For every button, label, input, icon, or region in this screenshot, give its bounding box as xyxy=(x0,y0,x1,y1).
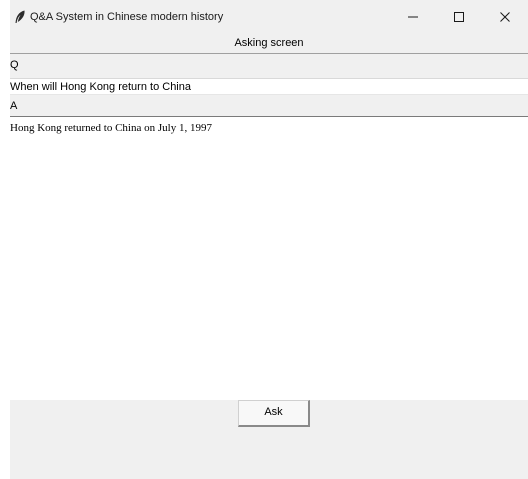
answer-label: A xyxy=(10,100,18,112)
screen-title: Asking screen xyxy=(234,37,304,49)
feather-icon xyxy=(14,10,26,24)
close-button[interactable] xyxy=(482,0,528,34)
window-title: Q&A System in Chinese modern history xyxy=(30,11,224,23)
ask-button[interactable]: Ask xyxy=(238,400,310,427)
title-bar[interactable]: Q&A System in Chinese modern history xyxy=(10,0,528,34)
minimize-button[interactable] xyxy=(390,0,436,34)
question-label: Q xyxy=(10,59,19,71)
title-separator xyxy=(10,53,528,54)
question-input[interactable]: When will Hong Kong return to China xyxy=(10,78,528,95)
answer-textarea[interactable]: Hong Kong returned to China on July 1, 1… xyxy=(10,116,528,400)
maximize-button[interactable] xyxy=(436,0,482,34)
app-window: Q&A System in Chinese modern history Ask… xyxy=(10,0,528,479)
